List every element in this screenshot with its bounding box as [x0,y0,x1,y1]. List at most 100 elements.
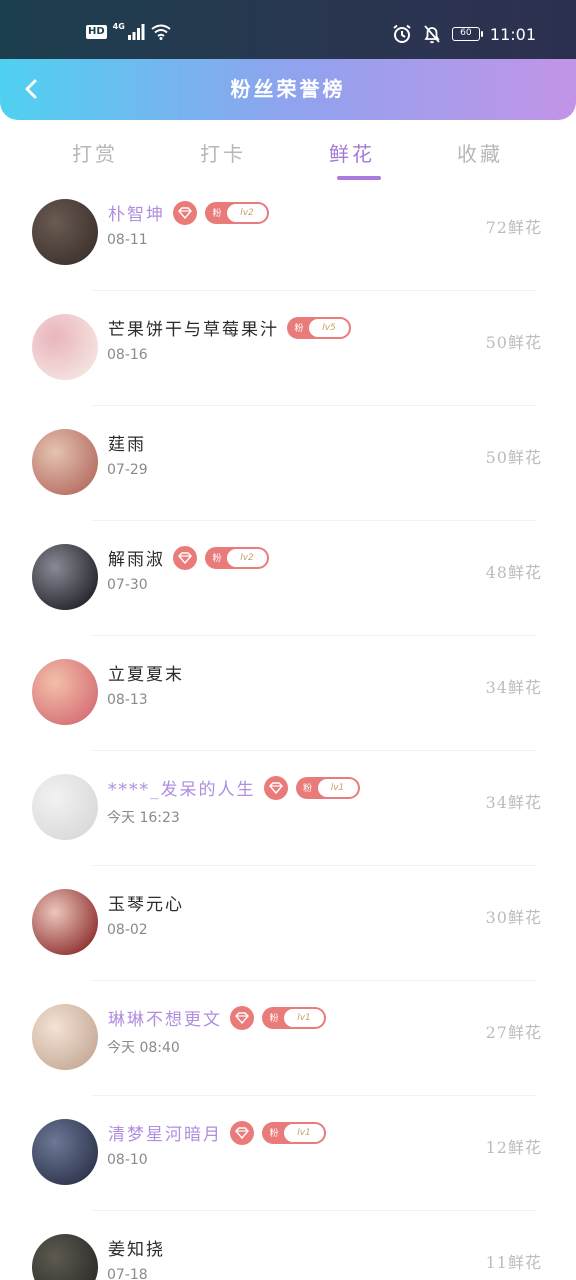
tab-bar: 打赏 打卡 鲜花 收藏 [0,120,576,198]
hd-badge: HD [86,25,107,39]
avatar[interactable] [32,659,98,725]
avatar[interactable] [32,1004,98,1070]
flower-count: 50鲜花 [485,448,542,467]
date-label: 今天 16:23 [107,810,180,826]
date-label: 08-16 [107,347,148,363]
signal-icon [127,24,145,40]
name-line: 解雨淑 粉 lv2 [108,545,269,570]
fan-level-badge: 粉 lv1 [262,1006,326,1029]
avatar[interactable] [32,774,98,840]
name-line: 清梦星河暗月 粉 lv1 [108,1120,326,1145]
name-line: ****_发呆的人生 粉 lv1 [108,775,360,800]
avatar[interactable] [32,429,98,495]
list-item[interactable]: 玉琴元心 08-02 30鲜花 [0,866,576,981]
date-label: 07-30 [107,577,148,593]
flower-count: 34鲜花 [485,678,542,697]
date-label: 07-29 [107,462,148,478]
date-label: 08-13 [107,692,148,708]
fan-level-badge: 粉 lv2 [205,201,269,224]
user-name[interactable]: 解雨淑 [108,545,165,570]
mute-bell-icon [424,25,440,44]
wifi-icon [151,24,171,40]
avatar[interactable] [32,544,98,610]
avatar[interactable] [32,1234,98,1280]
name-line: 朴智坤 粉 lv2 [108,200,269,225]
avatar[interactable] [32,889,98,955]
user-name[interactable]: 玉琴元心 [108,890,184,915]
flower-count: 48鲜花 [485,563,542,582]
user-name[interactable]: 立夏夏末 [108,660,184,685]
list-item[interactable]: 立夏夏末 08-13 34鲜花 [0,636,576,751]
flower-count: 50鲜花 [485,333,542,352]
fan-level-badge: 粉 lv1 [295,776,360,799]
tab-active-indicator [337,176,381,180]
tab-checkin[interactable]: 打卡 [178,138,268,167]
flower-count: 27鲜花 [485,1023,542,1042]
status-left: HD 4G [86,21,171,40]
diamond-icon [173,545,197,570]
name-line: 莛雨 [108,430,146,455]
tab-reward[interactable]: 打赏 [50,138,140,167]
name-line: 琳琳不想更文 粉 lv1 [108,1005,326,1030]
flower-count: 12鲜花 [485,1138,542,1157]
fan-badge-level: lv1 [284,1123,324,1142]
list-item[interactable]: 琳琳不想更文 粉 lv1 今天 08:40 27鲜花 [0,981,576,1096]
fan-badge-label: 粉 [294,324,304,334]
battery-icon: 60 [451,27,483,41]
ranking-list[interactable]: 朴智坤粉 lv2 08-11 72鲜花 芒果饼干与草莓果汁粉 lv5 08-16 50鲜花 莛雨… [0,198,576,1280]
list-item[interactable]: 莛雨 07-29 50鲜花 [0,406,576,521]
list-item[interactable]: 解雨淑 粉 lv2 07-30 48鲜花 [0,521,576,636]
flower-count: 34鲜花 [485,793,542,812]
date-label: 08-10 [107,1152,148,1168]
user-name[interactable]: ****_发呆的人生 [108,775,256,800]
name-line: 立夏夏末 [108,660,184,685]
flower-count: 30鲜花 [485,908,542,927]
avatar[interactable] [32,199,98,265]
status-right: 60 11:01 [392,24,536,44]
list-item[interactable]: 清梦星河暗月 粉 lv1 08-10 12鲜花 [0,1096,576,1211]
fan-badge-label: 粉 [269,1129,279,1139]
diamond-icon [173,200,197,225]
name-line: 芒果饼干与草莓果汁 粉 lv5 [108,315,351,340]
user-name[interactable]: 莛雨 [108,430,146,455]
diamond-icon [230,1005,254,1030]
user-name[interactable]: 姜知挠 [108,1235,165,1260]
name-line: 玉琴元心 [108,890,184,915]
tab-label: 打卡 [200,142,246,166]
fan-badge-label: 粉 [212,209,222,219]
header-bar: 粉丝荣誉榜 [0,59,576,120]
user-name[interactable]: 朴智坤 [108,200,165,225]
fan-level-badge: 粉 lv2 [205,546,269,569]
diamond-icon [230,1120,254,1145]
user-name[interactable]: 芒果饼干与草莓果汁 [108,315,279,340]
fan-badge-level: lv1 [317,778,358,797]
fan-badge-level: lv5 [309,318,349,337]
fan-level-badge: 粉 lv1 [262,1121,326,1144]
name-line: 姜知挠 [108,1235,165,1260]
tab-flowers[interactable]: 鲜花 [307,138,397,180]
list-item[interactable]: 姜知挠 07-18 11鲜花 [0,1211,576,1280]
avatar[interactable] [32,1119,98,1185]
list-item[interactable]: 朴智坤 粉 lv2 08-11 72鲜花 [0,198,576,291]
clock: 11:01 [489,24,536,44]
fan-badge-label: 粉 [302,784,312,794]
date-label: 08-11 [107,232,148,248]
fan-badge-level: lv2 [227,203,267,222]
user-name[interactable]: 清梦星河暗月 [108,1120,222,1145]
avatar[interactable] [32,314,98,380]
date-label: 今天 08:40 [107,1040,180,1056]
list-item[interactable]: ****_发呆的人生 粉 lv1 今天 16:23 34鲜花 [0,751,576,866]
list-item[interactable]: 芒果饼干与草莓果汁 粉 lv5 08-16 50鲜花 [0,291,576,406]
tab-label: 打赏 [72,142,118,166]
fan-badge-label: 粉 [269,1014,279,1024]
tab-favorites[interactable]: 收藏 [435,138,525,167]
network-type: 4G [112,21,125,31]
diamond-icon [263,775,288,800]
page-title: 粉丝荣誉榜 [230,77,346,101]
date-label: 07-18 [107,1267,148,1280]
alarm-icon [393,24,411,43]
fan-level-badge: 粉 lv5 [287,316,351,339]
fan-badge-level: lv1 [284,1008,324,1027]
date-label: 08-02 [107,922,148,938]
user-name[interactable]: 琳琳不想更文 [108,1005,222,1030]
